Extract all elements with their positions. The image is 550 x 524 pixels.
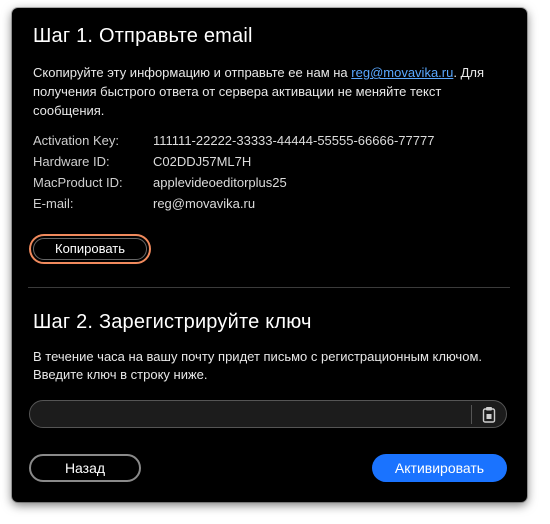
step1-description: Скопируйте эту информацию и отправьте ее… <box>33 63 513 120</box>
macproduct-id-row: MacProduct ID: applevideoeditorplus25 <box>33 175 287 190</box>
hardware-id-label: Hardware ID: <box>33 154 110 169</box>
step2-description: В течение часа на вашу почту придет пись… <box>33 349 482 382</box>
paste-separator <box>471 405 472 424</box>
key-field <box>29 400 507 428</box>
key-input[interactable] <box>40 404 464 426</box>
macproduct-id-label: MacProduct ID: <box>33 175 123 190</box>
back-button[interactable]: Назад <box>29 454 141 482</box>
activation-dialog: Шаг 1. Отправьте email Скопируйте эту ин… <box>12 8 527 502</box>
macproduct-id-value: applevideoeditorplus25 <box>153 175 287 190</box>
email-value: reg@movavika.ru <box>153 196 256 211</box>
activation-key-row: Activation Key: 111111-22222-33333-44444… <box>33 133 434 148</box>
step1-text-before: Скопируйте эту информацию и отправьте ее… <box>33 65 352 80</box>
hardware-id-value: C02DDJ57ML7H <box>153 154 252 169</box>
clipboard-icon[interactable] <box>481 406 497 423</box>
copy-button[interactable]: Копировать <box>29 234 151 264</box>
activate-button[interactable]: Активировать <box>372 454 507 482</box>
step2-title: Шаг 2. Зарегистрируйте ключ <box>33 311 312 333</box>
step1-title: Шаг 1. Отправьте email <box>33 25 253 47</box>
back-button-label: Назад <box>64 460 106 476</box>
activate-button-label: Активировать <box>394 460 485 476</box>
copy-button-inner-border <box>33 238 147 260</box>
activation-key-value: 111111-22222-33333-44444-55555-66666-777… <box>153 133 435 148</box>
email-row: E-mail: reg@movavika.ru <box>33 196 255 211</box>
section-divider <box>28 287 510 288</box>
email-link[interactable]: reg@movavika.ru <box>351 65 453 80</box>
hardware-id-row: Hardware ID: C02DDJ57ML7H <box>33 154 251 169</box>
activation-key-label: Activation Key: <box>33 133 119 148</box>
email-label: E-mail: <box>33 196 74 211</box>
